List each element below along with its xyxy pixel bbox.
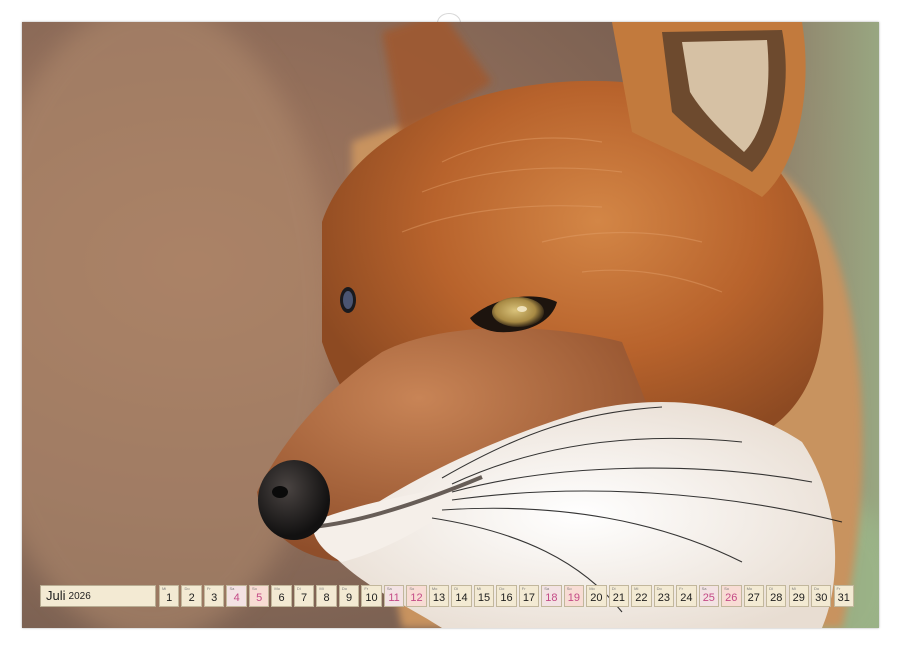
day-number: 26	[722, 593, 740, 604]
weekday-abbr: Di	[454, 587, 458, 591]
weekday-abbr: Do	[814, 587, 819, 591]
weekday-abbr: Do	[657, 587, 662, 591]
month-label: Juli 2026	[40, 585, 156, 607]
day-number: 29	[790, 593, 808, 604]
day-cell: Do 30	[811, 585, 831, 607]
weekday-abbr: Sa	[702, 587, 707, 591]
weekday-abbr: Di	[612, 587, 616, 591]
day-cell: Sa 18	[541, 585, 561, 607]
day-number: 18	[542, 593, 560, 604]
day-number: 22	[632, 593, 650, 604]
day-cell: So 5	[249, 585, 269, 607]
day-number: 27	[745, 593, 763, 604]
day-number: 16	[497, 593, 515, 604]
day-cell: Mi 8	[316, 585, 336, 607]
day-cell: Sa 11	[384, 585, 404, 607]
weekday-abbr: So	[252, 587, 257, 591]
weekday-abbr: Mo	[432, 587, 438, 591]
day-number: 4	[227, 593, 245, 604]
day-number: 5	[250, 593, 268, 604]
day-cell: So 19	[564, 585, 584, 607]
day-cell: Di 7	[294, 585, 314, 607]
day-number: 8	[317, 593, 335, 604]
weekday-abbr: So	[409, 587, 414, 591]
day-number: 31	[835, 593, 853, 604]
weekday-abbr: Mo	[747, 587, 753, 591]
month-year: 2026	[69, 591, 91, 603]
weekday-abbr: Mi	[319, 587, 323, 591]
day-cell: Di 28	[766, 585, 786, 607]
day-cell: Fr 17	[519, 585, 539, 607]
weekday-abbr: Do	[342, 587, 347, 591]
weekday-abbr: Mi	[792, 587, 796, 591]
fox-photo	[22, 22, 879, 628]
day-number: 21	[610, 593, 628, 604]
weekday-abbr: Mi	[162, 587, 166, 591]
weekday-abbr: Di	[769, 587, 773, 591]
weekday-abbr: Sa	[544, 587, 549, 591]
day-cell: Di 21	[609, 585, 629, 607]
day-cell: Mo 27	[744, 585, 764, 607]
day-cell: Mi 29	[789, 585, 809, 607]
day-cell: So 12	[406, 585, 426, 607]
day-cell: Do 2	[181, 585, 201, 607]
weekday-abbr: Di	[297, 587, 301, 591]
day-number: 7	[295, 593, 313, 604]
weekday-abbr: Mo	[589, 587, 595, 591]
day-number: 24	[677, 593, 695, 604]
day-cell: Sa 25	[699, 585, 719, 607]
day-cell: Mi 1	[159, 585, 179, 607]
weekday-abbr: Sa	[229, 587, 234, 591]
day-cell: Do 23	[654, 585, 674, 607]
weekday-abbr: Fr	[207, 587, 211, 591]
weekday-abbr: Do	[184, 587, 189, 591]
weekday-abbr: Fr	[364, 587, 368, 591]
day-cell: Fr 24	[676, 585, 696, 607]
day-number: 25	[700, 593, 718, 604]
day-number: 23	[655, 593, 673, 604]
day-cell: Do 16	[496, 585, 516, 607]
weekday-abbr: Mi	[634, 587, 638, 591]
day-cell: Do 9	[339, 585, 359, 607]
day-cell: Fr 10	[361, 585, 381, 607]
day-number: 19	[565, 593, 583, 604]
day-number: 17	[520, 593, 538, 604]
day-cell: Mo 13	[429, 585, 449, 607]
day-number: 30	[812, 593, 830, 604]
weekday-abbr: Fr	[837, 587, 841, 591]
day-cell: Fr 31	[834, 585, 854, 607]
day-number: 12	[407, 593, 425, 604]
day-number: 2	[182, 593, 200, 604]
day-cell: Mo 20	[586, 585, 606, 607]
day-number: 6	[272, 593, 290, 604]
day-number: 9	[340, 593, 358, 604]
day-cell: Mi 15	[474, 585, 494, 607]
weekday-abbr: So	[724, 587, 729, 591]
day-number: 14	[452, 593, 470, 604]
weekday-abbr: Fr	[522, 587, 526, 591]
day-cell: Mo 6	[271, 585, 291, 607]
day-number: 11	[385, 593, 403, 604]
day-cell: Mi 22	[631, 585, 651, 607]
month-name: Juli	[46, 589, 66, 603]
day-cell: Di 14	[451, 585, 471, 607]
day-cell: So 26	[721, 585, 741, 607]
day-cell: Sa 4	[226, 585, 246, 607]
calendar-strip: Juli 2026 Mi1Do2Fr3Sa4So5Mo6Di7Mi8Do9Fr1…	[40, 585, 856, 607]
day-number: 3	[205, 593, 223, 604]
day-cell: Fr 3	[204, 585, 224, 607]
weekday-abbr: So	[567, 587, 572, 591]
weekday-abbr: Do	[499, 587, 504, 591]
day-number: 15	[475, 593, 493, 604]
weekday-abbr: Sa	[387, 587, 392, 591]
day-number: 1	[160, 593, 178, 604]
weekday-abbr: Mi	[477, 587, 481, 591]
weekday-abbr: Mo	[274, 587, 280, 591]
day-number: 28	[767, 593, 785, 604]
day-number: 10	[362, 593, 380, 604]
day-number: 20	[587, 593, 605, 604]
weekday-abbr: Fr	[679, 587, 683, 591]
day-number: 13	[430, 593, 448, 604]
fox-illustration	[22, 22, 879, 628]
